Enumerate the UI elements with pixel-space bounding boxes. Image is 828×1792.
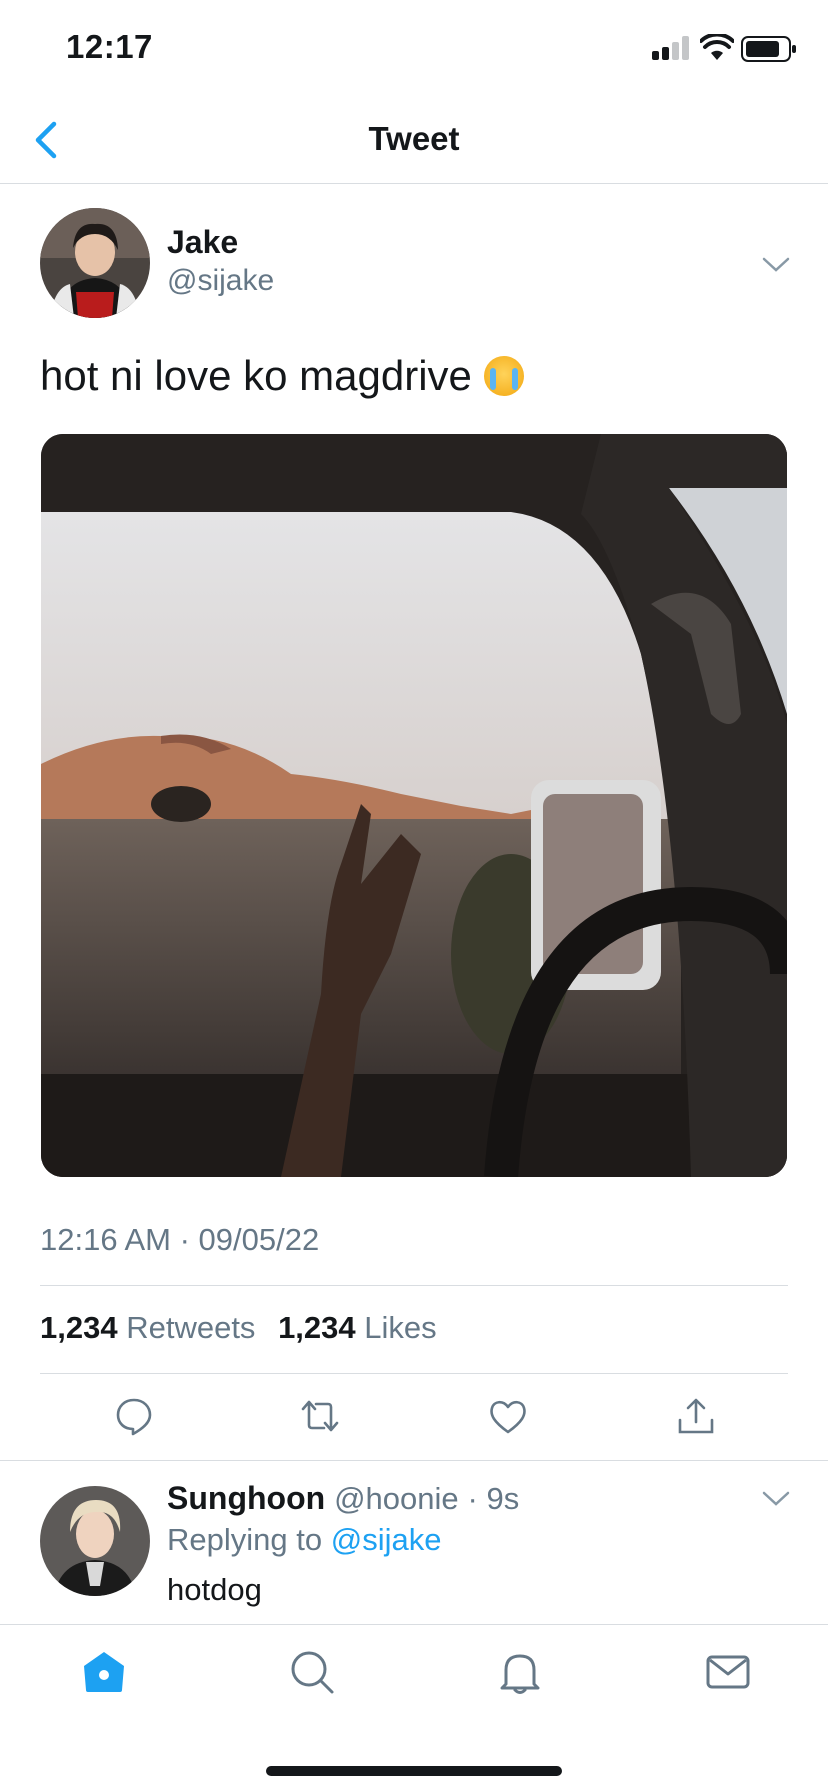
notifications-icon[interactable] — [496, 1648, 544, 1696]
retweet-icon[interactable] — [300, 1396, 340, 1436]
meta-divider — [40, 1285, 788, 1286]
status-time: 12:17 — [66, 28, 153, 65]
tab-bar-divider — [0, 1624, 828, 1625]
reply-header: Sunghoon @hoonie · 9s — [167, 1480, 519, 1517]
battery-icon — [741, 36, 796, 62]
reply-time: · 9s — [467, 1481, 520, 1516]
like-icon[interactable] — [488, 1396, 528, 1436]
messages-icon[interactable] — [704, 1648, 752, 1696]
reply-avatar[interactable] — [40, 1486, 150, 1596]
home-indicator — [266, 1766, 562, 1776]
nav-divider — [0, 183, 828, 184]
wifi-icon — [700, 34, 734, 60]
author-avatar[interactable] — [40, 208, 150, 318]
home-icon[interactable] — [80, 1648, 128, 1696]
replying-to: Replying to @sijake — [167, 1522, 441, 1558]
author-handle[interactable]: @sijake — [167, 264, 274, 298]
tweet-photo[interactable] — [41, 434, 787, 1177]
likes-label[interactable]: Likes — [364, 1310, 436, 1345]
reply-chevron-down-icon[interactable] — [762, 1490, 790, 1508]
reply-author-name[interactable]: Sunghoon — [167, 1480, 325, 1516]
actions-divider — [0, 1460, 828, 1461]
tweet-text: hot ni love ko magdrive — [40, 352, 524, 400]
page-title: Tweet — [368, 120, 460, 157]
chevron-down-icon[interactable] — [762, 256, 790, 274]
reply-text: hotdog — [167, 1572, 262, 1607]
stats-divider — [40, 1373, 788, 1374]
reply-author-handle[interactable]: @hoonie — [334, 1481, 459, 1516]
author-name[interactable]: Jake — [167, 224, 238, 261]
tweet-stats: 1,234 Retweets 1,234 Likes — [40, 1310, 451, 1346]
tweet-timestamp: 12:16 AM · 09/05/22 — [40, 1222, 320, 1257]
loudly-crying-face-icon — [483, 356, 524, 396]
replying-to-label: Replying to — [167, 1522, 323, 1557]
likes-count[interactable]: 1,234 — [278, 1310, 356, 1345]
replying-to-mention[interactable]: @sijake — [331, 1522, 442, 1557]
reply-icon[interactable] — [114, 1396, 154, 1436]
cellular-signal-icon — [652, 36, 692, 60]
search-icon[interactable] — [288, 1648, 336, 1696]
share-icon[interactable] — [676, 1396, 716, 1436]
retweets-count[interactable]: 1,234 — [40, 1310, 118, 1345]
tweet-text-content: hot ni love ko magdrive — [40, 352, 472, 399]
retweets-label[interactable]: Retweets — [126, 1310, 255, 1345]
